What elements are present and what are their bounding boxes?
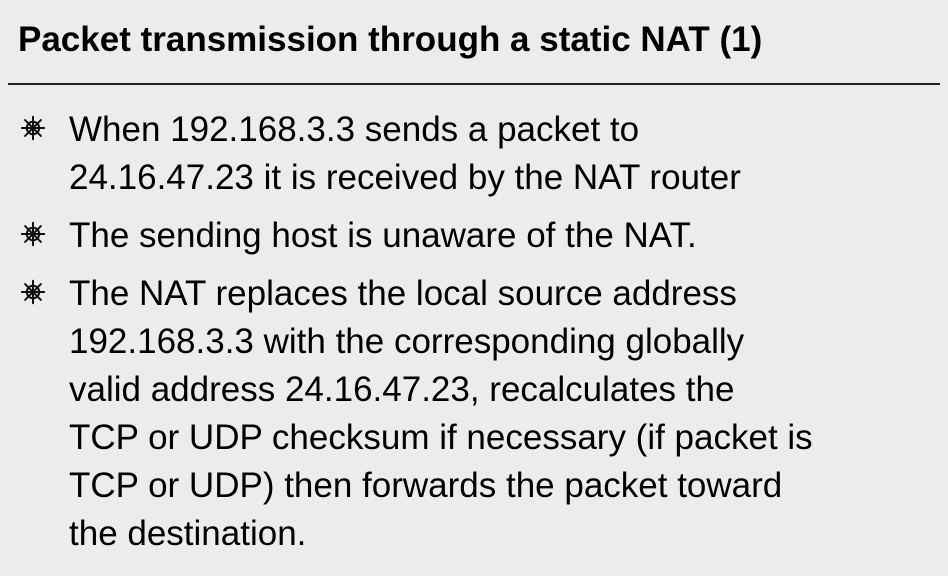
bullet-text: The NAT replaces the local source addres… (69, 274, 813, 553)
list-item: The NAT replaces the local source addres… (0, 270, 948, 558)
title-divider (8, 83, 940, 85)
slide: Packet transmission through a static NAT… (0, 0, 948, 576)
bullet-text: The sending host is unaware of the NAT. (69, 216, 697, 255)
bullet-list: When 192.168.3.3 sends a packet to 24.16… (0, 106, 948, 568)
ship-wheel-icon (20, 221, 46, 247)
slide-title: Packet transmission through a static NAT… (18, 20, 763, 59)
list-item: The sending host is unaware of the NAT. (0, 212, 948, 260)
list-item: When 192.168.3.3 sends a packet to 24.16… (0, 106, 948, 202)
bullet-text: When 192.168.3.3 sends a packet to 24.16… (69, 110, 741, 197)
ship-wheel-icon (20, 115, 46, 141)
ship-wheel-icon (20, 279, 46, 305)
